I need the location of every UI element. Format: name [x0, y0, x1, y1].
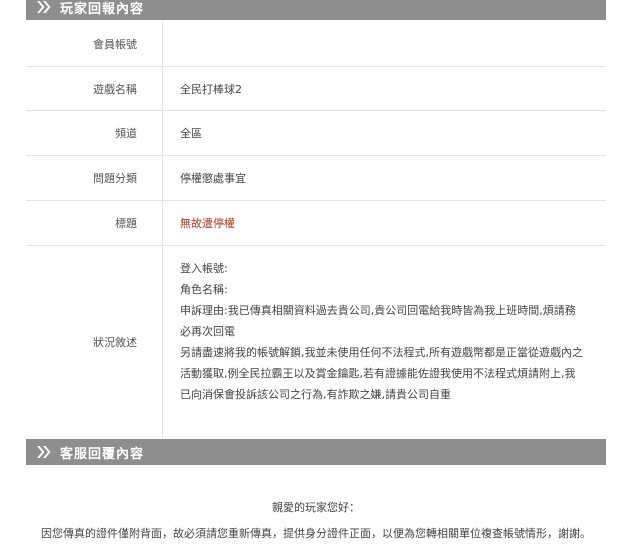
field-label: 會員帳號: [93, 37, 137, 51]
service-reply-body: 親愛的玩家您好： 因您傳真的證件僅附背面，故必須請您重新傳真，提供身分證件正面，…: [26, 495, 606, 547]
field-value: 停權懲處事宜: [162, 156, 606, 200]
field-row-account: 會員帳號: [26, 21, 606, 67]
reply-message: 因您傳真的證件僅附背面，故必須請您重新傳真，提供身分證件正面，以便為您轉相關單位…: [41, 527, 591, 540]
situation-line-character: 角色名稱:: [180, 283, 228, 296]
field-value: 全民打棒球2: [162, 67, 606, 110]
reply-greeting: 親愛的玩家您好：: [272, 501, 360, 514]
field-label: 問題分類: [93, 172, 137, 185]
situation-text: 登入帳號: 角色名稱: 申訴理由:我已傳真相關資料過去貴公司,貴公司回電給我時皆…: [162, 246, 606, 438]
field-label: 頻道: [115, 127, 137, 140]
service-reply-header: 客服回覆內容: [26, 439, 606, 465]
field-value: 全區: [162, 111, 606, 155]
field-row-game-name: 遊戲名稱 全民打棒球2: [26, 67, 606, 111]
field-row-title: 標題 無故遭停權: [26, 201, 606, 246]
page: 玩家回報內容 會員帳號 遊戲名稱 全民打棒球2 頻道 全區 問題分類 停權懲處事…: [0, 0, 636, 560]
situation-line-reason: 申訴理由:我已傳真相關資料過去貴公司,貴公司回電給我時皆為我上班時間,煩請務必再…: [180, 304, 576, 338]
field-row-channel: 頻道 全區: [26, 111, 606, 156]
player-report-title: 玩家回報內容: [60, 1, 145, 17]
field-label: 標題: [115, 217, 137, 230]
field-label: 狀況敘述: [93, 336, 137, 349]
double-chevron-right-icon: [36, 444, 52, 460]
service-reply-title: 客服回覆內容: [60, 446, 145, 462]
field-row-category: 問題分類 停權懲處事宜: [26, 156, 606, 201]
field-value: [162, 21, 606, 66]
field-row-situation: 狀況敘述 登入帳號: 角色名稱: 申訴理由:我已傳真相關資料過去貴公司,貴公司回…: [26, 246, 606, 438]
player-report-header: 玩家回報內容: [26, 0, 606, 20]
field-value-title: 無故遭停權: [162, 201, 606, 245]
field-label: 遊戲名稱: [93, 82, 137, 96]
double-chevron-right-icon: [36, 0, 52, 15]
player-report-table: 會員帳號 遊戲名稱 全民打棒球2 頻道 全區 問題分類 停權懲處事宜 標題 無故…: [26, 21, 606, 438]
situation-line-detail: 另請盡速將我的帳號解鎖,我並未使用任何不法程式,所有遊戲幣都是正當從遊戲內之活動…: [180, 346, 583, 401]
situation-line-account: 登入帳號:: [180, 262, 228, 275]
